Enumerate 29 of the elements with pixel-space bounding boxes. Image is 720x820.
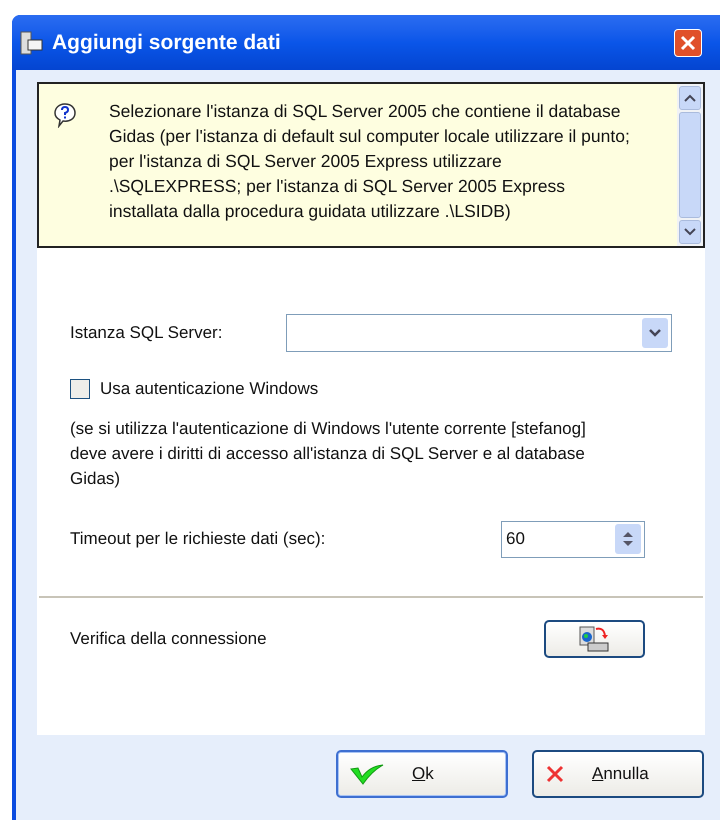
chevron-down-icon <box>649 329 661 337</box>
ok-button[interactable]: Ok <box>336 750 508 798</box>
instance-dropdown[interactable] <box>286 314 672 352</box>
help-icon <box>53 102 77 128</box>
spin-buttons[interactable] <box>615 524 641 554</box>
up-down-arrows-icon <box>622 529 634 549</box>
scroll-down-button[interactable] <box>679 220 701 244</box>
verify-label: Verifica della connessione <box>70 628 268 650</box>
dropdown-button[interactable] <box>642 318 668 348</box>
connection-test-icon <box>578 624 612 654</box>
verify-connection-button[interactable] <box>544 620 645 658</box>
timeout-spinner[interactable]: 60 <box>501 520 645 558</box>
timeout-value: 60 <box>506 528 525 550</box>
window-title: Aggiungi sorgente dati <box>52 30 281 56</box>
windows-auth-label: Usa autenticazione Windows <box>100 378 318 400</box>
cancel-button[interactable]: Annulla <box>532 750 704 798</box>
server-icon <box>20 30 44 56</box>
windows-auth-checkbox[interactable] <box>70 378 90 399</box>
close-icon <box>680 34 696 50</box>
checkmark-icon <box>350 763 384 785</box>
timeout-label: Timeout per le richieste dati (sec): <box>70 528 326 550</box>
auth-note: (se si utilizza l'autenticazione di Windows l'utente corrente [stefanog] deve avere i diritti di accesso all'istanza di SQL Server e al database Gidas) <box>70 418 587 490</box>
scroll-thumb[interactable] <box>679 112 701 218</box>
info-text: Selezionare l'istanza di SQL Server 2005 che contiene il database Gidas (per l'istanza di default sul computer locale utilizzare il punto; per l'istanza di SQL Server 2005 Express utilizzare .\SQLEXPRESS; per l'istanza di SQL Server 2005 Express installata dalla procedura guidata utilizzare .\LSIDB) <box>109 100 631 223</box>
scroll-bar[interactable] <box>677 84 703 246</box>
x-icon <box>546 765 564 783</box>
close-button[interactable] <box>674 28 702 56</box>
scroll-up-button[interactable] <box>679 86 701 110</box>
instance-label: Istanza SQL Server: <box>70 322 224 344</box>
